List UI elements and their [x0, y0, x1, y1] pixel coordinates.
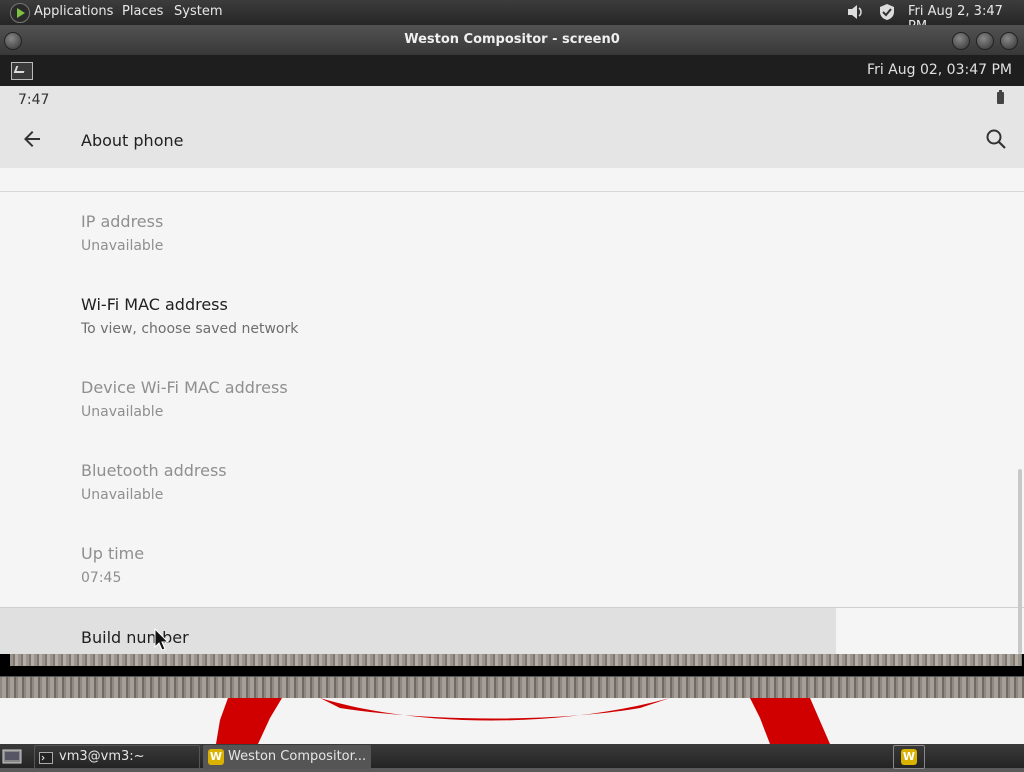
android-status-bar: 7:47 — [0, 86, 1024, 114]
pref-summary: Unavailable — [81, 404, 164, 420]
pref-summary: To view, choose saved network — [81, 321, 299, 337]
menu-system[interactable]: System — [174, 4, 222, 19]
desktop-wallpaper — [0, 698, 1024, 744]
volume-icon[interactable] — [845, 3, 865, 22]
distro-icon[interactable] — [10, 3, 30, 23]
maximize-button[interactable] — [976, 32, 994, 50]
weston-icon: W — [901, 749, 917, 765]
bottom-taskbar: vm3@vm3:~ W Weston Compositor... W — [0, 744, 1024, 769]
pref-title: IP address — [81, 212, 164, 231]
wallpaper-graphic — [216, 698, 830, 744]
pref-title: Build number — [81, 628, 189, 647]
shield-icon[interactable] — [877, 3, 897, 22]
preference-list: ·· IP address Unavailable Wi-Fi MAC addr… — [0, 168, 1024, 654]
android-screen: 7:47 About phone ·· IP address Unavailab… — [0, 86, 1024, 654]
weston-panel: Fri Aug 02, 03:47 PM — [0, 55, 1024, 86]
task-terminal[interactable]: vm3@vm3:~ — [34, 745, 200, 769]
terminal-icon — [39, 750, 53, 764]
pref-summary: Unavailable — [81, 487, 164, 503]
app-bar: About phone — [0, 114, 1024, 168]
tray-weston[interactable]: W — [893, 745, 925, 769]
window-menu-button[interactable] — [4, 32, 22, 50]
pref-title: Device Wi-Fi MAC address — [81, 378, 288, 397]
render-glitch-noise — [10, 654, 1022, 666]
ripple-gap — [836, 608, 1024, 654]
terminal-icon[interactable] — [11, 62, 33, 80]
back-arrow-icon[interactable] — [20, 127, 44, 151]
mouse-cursor-icon — [154, 627, 170, 652]
pref-summary: Unavailable — [81, 238, 164, 254]
pref-device-wifi-mac-address: Device Wi-Fi MAC address Unavailable — [0, 358, 1024, 441]
window-title: Weston Compositor - screen0 — [404, 32, 620, 47]
pref-up-time: Up time 07:45 — [0, 524, 1024, 607]
window-titlebar[interactable]: Weston Compositor - screen0 — [0, 25, 1024, 55]
pref-ip-address: IP address Unavailable — [0, 192, 1024, 275]
top-panel: Applications Places System Fri Aug 2, 3:… — [0, 0, 1024, 34]
pref-title: Wi-Fi MAC address — [81, 295, 228, 314]
pref-title: Bluetooth address — [81, 461, 227, 480]
search-icon[interactable] — [984, 127, 1008, 151]
pref-wifi-mac-address[interactable]: Wi-Fi MAC address To view, choose saved … — [0, 275, 1024, 358]
task-weston[interactable]: W Weston Compositor... — [203, 745, 371, 769]
menu-applications[interactable]: Applications — [34, 4, 113, 19]
pref-summary: 07:45 — [81, 570, 122, 586]
weston-icon: W — [208, 749, 224, 765]
pref-title: Up time — [81, 544, 145, 563]
minimize-button[interactable] — [952, 32, 970, 50]
pref-bluetooth-address: Bluetooth address Unavailable — [0, 441, 1024, 524]
task-label: Weston Compositor... — [228, 749, 367, 764]
battery-icon — [997, 90, 1004, 104]
task-label: vm3@vm3:~ — [59, 749, 145, 764]
partial-list-item: ·· — [0, 168, 1024, 192]
close-button[interactable] — [1000, 32, 1018, 50]
menu-places[interactable]: Places — [122, 4, 163, 19]
scrollbar[interactable] — [1018, 469, 1022, 654]
status-time: 7:47 — [18, 92, 50, 108]
show-desktop-button[interactable] — [2, 745, 22, 767]
page-title: About phone — [81, 131, 184, 150]
render-glitch-noise — [0, 676, 1024, 699]
weston-clock: Fri Aug 02, 03:47 PM — [867, 62, 1012, 78]
